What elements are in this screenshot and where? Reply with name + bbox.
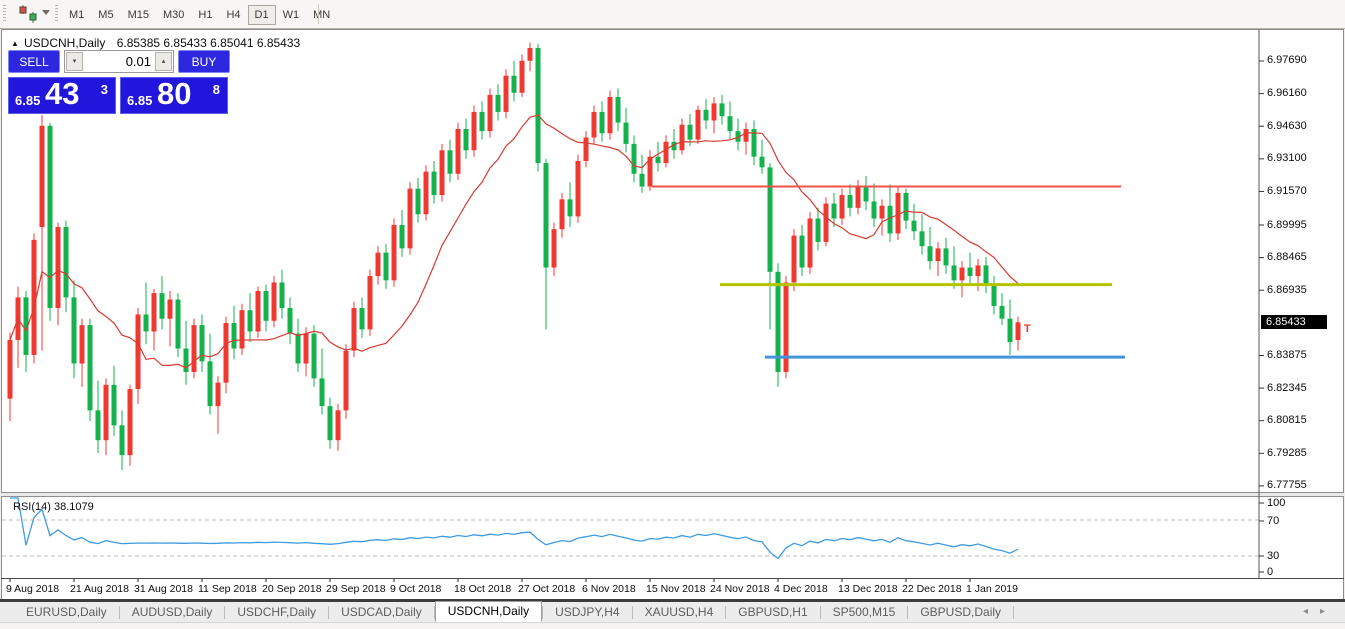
sell-button[interactable]: SELL: [8, 50, 60, 73]
date-tick-label: 31 Aug 2018: [134, 583, 193, 595]
date-tick-label: 22 Dec 2018: [902, 583, 962, 595]
date-tick-label: 4 Dec 2018: [774, 583, 828, 595]
symbol-tab-audusd[interactable]: AUDUSD,Daily: [120, 603, 225, 621]
trade-entry-marker: T: [1024, 323, 1031, 335]
rsi-tick-label: 0: [1267, 566, 1273, 578]
sell-quote-button[interactable]: 6.85 43 3: [8, 77, 116, 114]
tab-separator: [1013, 606, 1014, 619]
symbol-tab-gbpusd[interactable]: GBPUSD,Daily: [908, 603, 1013, 621]
price-tick-label: 6.86935: [1267, 284, 1307, 296]
price-tick-label: 6.82345: [1267, 382, 1307, 394]
symbol-tab-xauusd[interactable]: XAUUSD,H4: [633, 603, 726, 621]
ohlc-values: 6.85385 6.85433 6.85041 6.85433: [117, 36, 301, 50]
price-tick-label: 6.96160: [1267, 87, 1307, 99]
date-tick-label: 21 Aug 2018: [70, 583, 129, 595]
buy-button[interactable]: BUY: [178, 50, 230, 73]
date-tick-label: 6 Nov 2018: [582, 583, 636, 595]
rsi-tick-label: 30: [1267, 550, 1279, 562]
rsi-tick-label: 100: [1267, 497, 1285, 509]
date-tick-label: 13 Dec 2018: [838, 583, 898, 595]
status-strip: [0, 623, 1345, 629]
price-tick-label: 6.94630: [1267, 120, 1307, 132]
symbol-tab-usdcad[interactable]: USDCAD,Daily: [329, 603, 434, 621]
price-tick-label: 6.77755: [1267, 479, 1307, 491]
price-tick-label: 6.91570: [1267, 185, 1307, 197]
symbol-tab-eurusd[interactable]: EURUSD,Daily: [14, 603, 119, 621]
sell-price-base: 6.85: [15, 93, 40, 108]
date-tick-label: 29 Sep 2018: [326, 583, 386, 595]
buy-price-point: 8: [213, 82, 220, 97]
date-tick-label: 20 Sep 2018: [262, 583, 322, 595]
price-tick-label: 6.93100: [1267, 152, 1307, 164]
buy-price-base: 6.85: [127, 93, 152, 108]
symbol-tabbar: EURUSD,DailyAUDUSD,DailyUSDCHF,DailyUSDC…: [0, 602, 1345, 623]
symbol-tab-sp500[interactable]: SP500,M15: [821, 603, 908, 621]
volume-increase-button[interactable]: ▴: [155, 52, 172, 71]
rsi-indicator-label: RSI(14) 38.1079: [13, 501, 94, 513]
date-tick-label: 18 Oct 2018: [454, 583, 511, 595]
symbol-tab-gbpusd[interactable]: GBPUSD,H1: [726, 603, 819, 621]
current-price-tag: 6.85433: [1261, 315, 1327, 329]
tabs-scroll-right-icon[interactable]: ▸: [1320, 606, 1337, 617]
date-tick-label: 1 Jan 2019: [966, 583, 1018, 595]
date-tick-label: 9 Aug 2018: [6, 583, 59, 595]
volume-value[interactable]: 0.01: [126, 54, 151, 69]
date-tick-label: 9 Oct 2018: [390, 583, 441, 595]
date-tick-label: 11 Sep 2018: [198, 583, 257, 595]
price-tick-label: 6.80815: [1267, 414, 1307, 426]
rsi-tick-label: 70: [1267, 515, 1279, 527]
volume-decrease-button[interactable]: ▾: [66, 52, 83, 71]
price-tick-label: 6.83875: [1267, 349, 1307, 361]
one-click-trading-panel: SELL ▾ 0.01 ▴ BUY 6.85 43 3 6.85 80 8: [8, 50, 230, 114]
tabs-scroll-left-icon[interactable]: ◂: [1303, 606, 1320, 617]
volume-spinner: ▾ 0.01 ▴: [64, 50, 174, 73]
symbol-tab-usdcnh[interactable]: USDCNH,Daily: [435, 601, 542, 622]
chart-title: USDCNH,Daily 6.85385 6.85433 6.85041 6.8…: [24, 36, 300, 50]
panel-collapse-icon[interactable]: ▲: [11, 39, 19, 48]
symbol-label: USDCNH,Daily: [24, 36, 105, 50]
price-tick-label: 6.79285: [1267, 447, 1307, 459]
symbol-tab-usdchf[interactable]: USDCHF,Daily: [225, 603, 328, 621]
price-tick-label: 6.89995: [1267, 219, 1307, 231]
sell-price-pips: 43: [45, 76, 79, 112]
symbol-tab-usdjpy[interactable]: USDJPY,H4: [543, 603, 631, 621]
date-tick-label: 27 Oct 2018: [518, 583, 575, 595]
buy-price-pips: 80: [157, 76, 191, 112]
sell-price-point: 3: [101, 82, 108, 97]
buy-quote-button[interactable]: 6.85 80 8: [120, 77, 228, 114]
date-tick-label: 24 Nov 2018: [710, 583, 770, 595]
price-tick-label: 6.88465: [1267, 251, 1307, 263]
metatrader-window: M1M5M15M30H1H4D1W1MN ▲ USDCNH,Daily 6.85…: [0, 0, 1345, 629]
date-tick-label: 15 Nov 2018: [646, 583, 706, 595]
price-tick-label: 6.97690: [1267, 54, 1307, 66]
